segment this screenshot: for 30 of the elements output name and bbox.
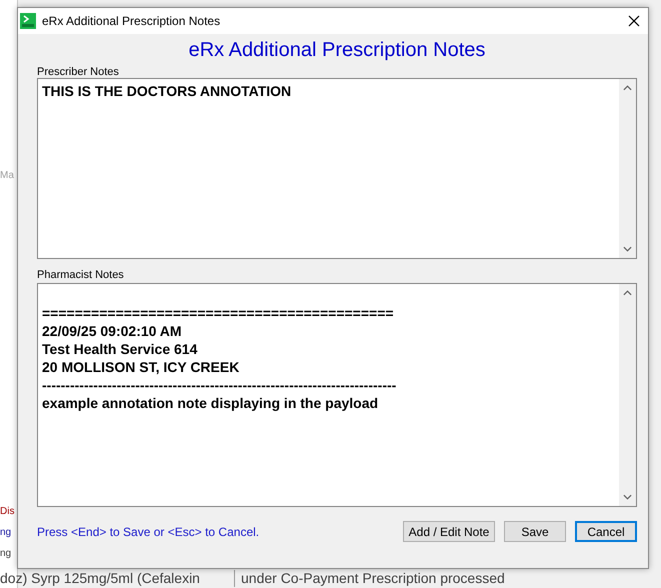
hint-text: Press <End> to Save or <Esc> to Cancel. bbox=[37, 524, 260, 538]
background-text: ng bbox=[0, 548, 12, 559]
note-line: THIS IS THE DOCTORS ANNOTATION bbox=[42, 82, 292, 100]
scroll-up-icon[interactable] bbox=[623, 290, 632, 296]
background-text: Dis bbox=[0, 506, 14, 517]
notes-field[interactable]: THIS IS THE DOCTORS ANNOTATION bbox=[37, 78, 637, 259]
window-title: eRx Additional Prescription Notes bbox=[42, 14, 222, 28]
background-text: Ma bbox=[0, 170, 14, 181]
note-line: ---------------------------------------------------------------------------- bbox=[42, 376, 398, 394]
table-cell-text: under Co-Payment Prescription processed bbox=[240, 570, 506, 587]
scrollbar[interactable] bbox=[619, 79, 636, 258]
scroll-down-icon[interactable] bbox=[623, 494, 632, 500]
note-line: =========================================== bbox=[42, 304, 395, 322]
field-label: Pharmacist Notes bbox=[37, 269, 125, 281]
scroll-down-icon[interactable] bbox=[623, 246, 632, 252]
scroll-up-icon[interactable] bbox=[623, 85, 632, 91]
field-label: Prescriber Notes bbox=[37, 66, 120, 78]
note-line: Test Health Service 614 bbox=[42, 340, 198, 358]
close-icon[interactable] bbox=[628, 15, 640, 27]
note-line: 20 MOLLISON ST, ICY CREEK bbox=[42, 358, 240, 376]
table-cell: doz) Syrp 125mg/5ml (Cefalexin bbox=[0, 570, 235, 587]
dialog-button[interactable]: Add / Edit Note bbox=[403, 521, 495, 542]
dialog-button[interactable]: Save bbox=[504, 521, 566, 542]
dialog-button[interactable]: Cancel bbox=[575, 521, 637, 542]
dialog-heading: eRx Additional Prescription Notes bbox=[188, 38, 486, 62]
notes-field[interactable] bbox=[37, 283, 637, 507]
note-line: example annotation note displaying in the payload bbox=[42, 394, 380, 412]
scrollbar[interactable] bbox=[619, 284, 636, 506]
note-line: 22/09/25 09:02:10 AM bbox=[42, 322, 183, 340]
background-text: ng bbox=[0, 527, 12, 538]
